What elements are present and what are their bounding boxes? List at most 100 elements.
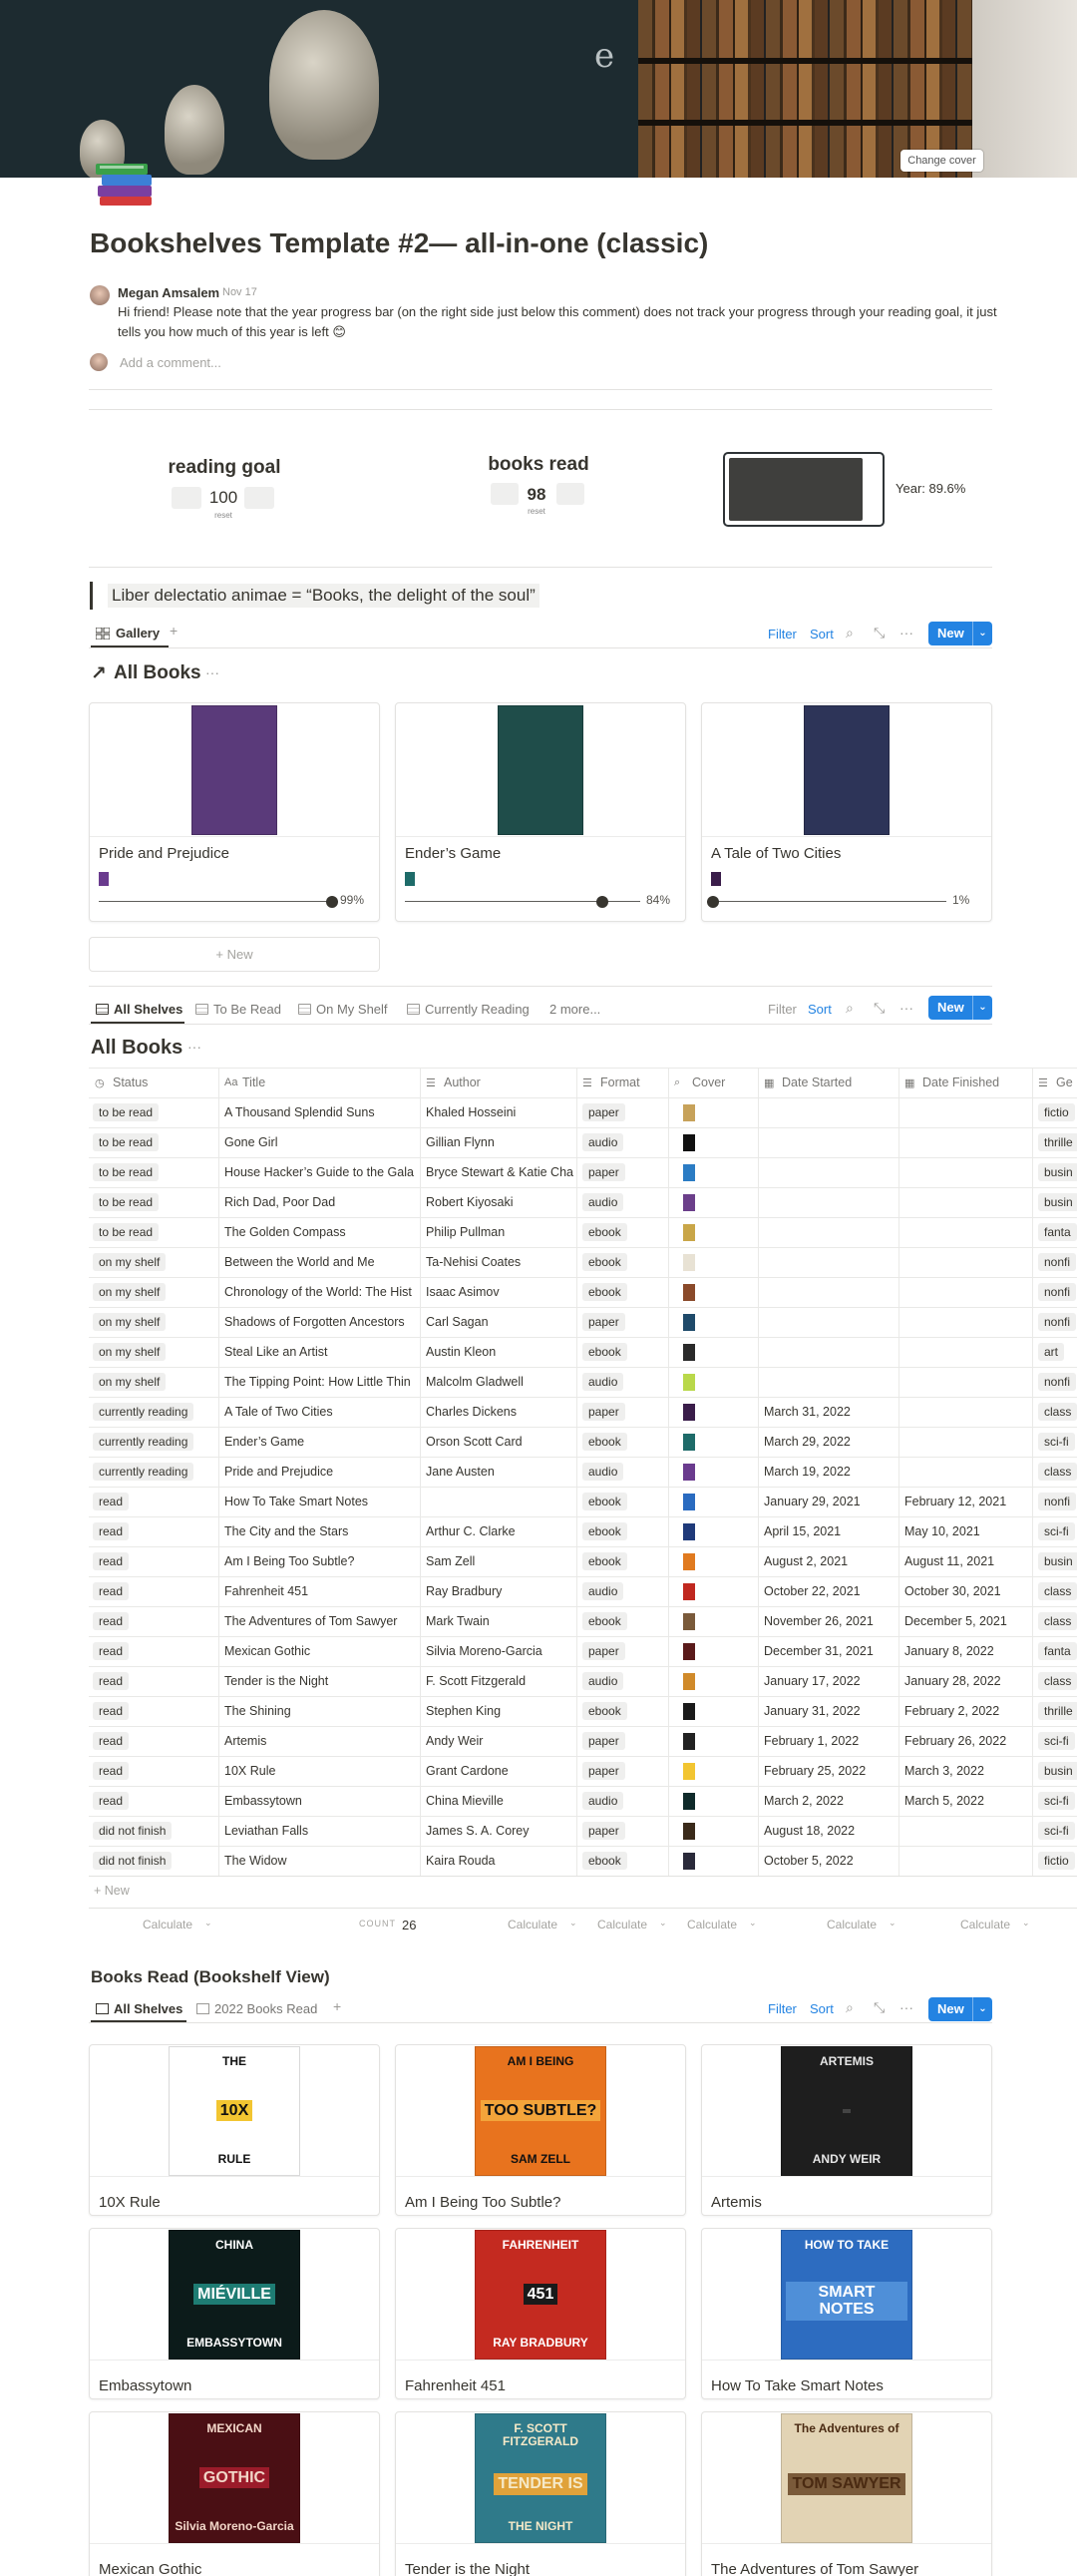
table-row[interactable]: currently reading Ender’s Game Orson Scott… — [89, 1427, 1077, 1458]
sort-button[interactable]: Sort — [810, 2001, 834, 2016]
add-comment-input[interactable]: Add a comment... — [120, 355, 221, 370]
table-row[interactable]: to be read A Thousand Splendid Suns Khaled… — [89, 1097, 1077, 1128]
tab-all-shelves[interactable]: All Shelves — [114, 1002, 182, 1017]
new-button[interactable]: New ⌄ — [928, 622, 992, 645]
table-row[interactable]: on my shelf Shadows of Forgotten Ancestor… — [89, 1307, 1077, 1338]
book-card[interactable]: The Adventures of TOM SAWYER The Adventure… — [701, 2411, 992, 2576]
column-divider — [576, 1727, 577, 1757]
book-card[interactable]: HOW TO TAKE SMART NOTES How To Take Smart … — [701, 2228, 992, 2399]
book-card[interactable]: MEXICAN GOTHIC Silvia Moreno-Garcia Mexican… — [89, 2411, 380, 2576]
expand-icon[interactable]: ⤡ — [874, 1000, 885, 1017]
more-icon[interactable]: ··· — [899, 1999, 913, 2015]
column-header-author[interactable]: Author — [444, 1075, 574, 1089]
new-row-button[interactable]: + New — [94, 1884, 130, 1898]
tab-currently-reading[interactable]: Currently Reading — [425, 1002, 530, 1017]
calculate-button[interactable]: Calculate — [687, 1918, 737, 1932]
table-row[interactable]: did not finish Leviathan Falls James S. A.… — [89, 1816, 1077, 1847]
table-row[interactable]: read The Adventures of Tom Sawyer Mark Twa… — [89, 1606, 1077, 1637]
change-cover-button[interactable]: Change cover — [900, 150, 983, 172]
chevron-down-icon[interactable]: ⌄ — [972, 996, 992, 1020]
increment-button[interactable] — [556, 483, 584, 505]
calculate-button[interactable]: Calculate — [827, 1918, 877, 1932]
table-row[interactable]: to be read The Golden Compass Philip Pullm… — [89, 1217, 1077, 1248]
table-row[interactable]: currently reading Pride and Prejudice Jane… — [89, 1457, 1077, 1488]
new-card-button[interactable]: + New — [89, 937, 380, 972]
new-button[interactable]: New ⌄ — [928, 1997, 992, 2021]
table-row[interactable]: currently reading A Tale of Two Cities Cha… — [89, 1397, 1077, 1428]
column-divider — [218, 1757, 219, 1787]
more-icon[interactable]: ··· — [205, 664, 219, 680]
decrement-button[interactable] — [491, 483, 519, 505]
column-header-cover[interactable]: Cover — [692, 1075, 756, 1089]
more-icon[interactable]: ··· — [187, 1039, 201, 1055]
gallery-card[interactable]: A Tale of Two Cities 1% — [701, 702, 992, 922]
increment-button[interactable] — [244, 487, 274, 509]
table-row[interactable]: read Embassytown China Mieville audio March … — [89, 1786, 1077, 1817]
book-card[interactable]: CHINA MIÉVILLE EMBASSYTOWN Embassytown — [89, 2228, 380, 2399]
gallery-card[interactable]: Ender’s Game 84% — [395, 702, 686, 922]
more-icon[interactable]: ··· — [899, 625, 913, 641]
expand-icon[interactable]: ⤡ — [874, 1999, 885, 2016]
table-row[interactable]: read Fahrenheit 451 Ray Bradbury audio Octob… — [89, 1576, 1077, 1607]
tab-gallery[interactable]: Gallery — [116, 626, 160, 641]
calculate-button[interactable]: Calculate — [143, 1918, 192, 1932]
chevron-down-icon[interactable]: ⌄ — [972, 1997, 992, 2021]
add-view-button[interactable]: + — [333, 1998, 341, 2014]
table-row[interactable]: read Artemis Andy Weir paper February 1, 202… — [89, 1726, 1077, 1757]
decrement-button[interactable] — [172, 487, 201, 509]
table-row[interactable]: read The Shining Stephen King ebook January … — [89, 1696, 1077, 1727]
search-icon[interactable]: ⌕ — [846, 625, 854, 642]
book-card[interactable]: AM I BEING TOO SUBTLE? SAM ZELL Am I Being … — [395, 2044, 686, 2216]
add-view-button[interactable]: + — [170, 623, 178, 639]
filter-button[interactable]: Filter — [768, 627, 797, 642]
calculate-button[interactable]: Calculate — [508, 1918, 557, 1932]
tab-2-more-[interactable]: 2 more... — [549, 1002, 600, 1017]
column-divider — [668, 1128, 669, 1158]
expand-icon[interactable]: ⤡ — [874, 625, 885, 642]
reset-button[interactable]: reset — [519, 507, 554, 516]
filter-button[interactable]: Filter — [768, 1002, 797, 1017]
tab-all-shelves[interactable]: All Shelves — [114, 2001, 182, 2016]
table-row[interactable]: on my shelf The Tipping Point: How Little… — [89, 1367, 1077, 1398]
column-header-genre[interactable]: Ge — [1056, 1075, 1077, 1089]
book-card[interactable]: THE 10X RULE 10X Rule — [89, 2044, 380, 2216]
book-card[interactable]: FAHRENHEIT 451 RAY BRADBURY Fahrenheit 451 — [395, 2228, 686, 2399]
table-row[interactable]: on my shelf Steal Like an Artist Austin Kl… — [89, 1337, 1077, 1368]
table-row[interactable]: on my shelf Chronology of the World: The … — [89, 1277, 1077, 1308]
cell-start — [764, 1308, 897, 1337]
tab-on-my-shelf[interactable]: On My Shelf — [316, 1002, 388, 1017]
table-row[interactable]: read Tender is the Night F. Scott Fitzgera… — [89, 1666, 1077, 1697]
book-card[interactable]: F. SCOTT FITZGERALD TENDER IS THE NIGHT Ten… — [395, 2411, 686, 2576]
book-card[interactable]: ARTEMIS ANDY WEIR Artemis — [701, 2044, 992, 2216]
column-header-format[interactable]: Format — [600, 1075, 666, 1089]
sort-button[interactable]: Sort — [810, 627, 834, 642]
table-row[interactable]: to be read Rich Dad, Poor Dad Robert Kiyos… — [89, 1187, 1077, 1218]
table-row[interactable]: to be read House Hacker’s Guide to the Ga… — [89, 1157, 1077, 1188]
calculate-button[interactable]: Calculate — [960, 1918, 1010, 1932]
table-row[interactable]: read 10X Rule Grant Cardone paper February 2… — [89, 1756, 1077, 1787]
search-icon[interactable]: ⌕ — [846, 1000, 854, 1017]
chevron-down-icon[interactable]: ⌄ — [972, 622, 992, 645]
table-row[interactable]: on my shelf Between the World and Me Ta-Ne… — [89, 1247, 1077, 1278]
table-row[interactable]: did not finish The Widow Kaira Rouda ebook O… — [89, 1846, 1077, 1877]
calculate-button[interactable]: Calculate — [597, 1918, 647, 1932]
more-icon[interactable]: ··· — [899, 1000, 913, 1016]
tab-to-be-read[interactable]: To Be Read — [213, 1002, 281, 1017]
column-header-start[interactable]: Date Started — [782, 1075, 897, 1089]
table-row[interactable]: read How To Take Smart Notes ebook January … — [89, 1487, 1077, 1517]
books-icon[interactable] — [92, 142, 160, 210]
table-row[interactable]: read Mexican Gothic Silvia Moreno-Garcia pa… — [89, 1636, 1077, 1667]
column-header-title[interactable]: Title — [242, 1075, 418, 1089]
filter-button[interactable]: Filter — [768, 2001, 797, 2016]
tab-2022-books-read[interactable]: 2022 Books Read — [214, 2001, 317, 2016]
table-row[interactable]: read Am I Being Too Subtle? Sam Zell ebook A… — [89, 1546, 1077, 1577]
new-button[interactable]: New ⌄ — [928, 996, 992, 1020]
gallery-card[interactable]: Pride and Prejudice 99% — [89, 702, 380, 922]
reset-button[interactable]: reset — [202, 511, 244, 520]
column-header-status[interactable]: Status — [113, 1075, 216, 1089]
table-row[interactable]: read The City and the Stars Arthur C. Clar… — [89, 1516, 1077, 1547]
sort-button[interactable]: Sort — [808, 1002, 832, 1017]
table-row[interactable]: to be read Gone Girl Gillian Flynn audio thr… — [89, 1127, 1077, 1158]
search-icon[interactable]: ⌕ — [846, 1999, 854, 2016]
column-header-finish[interactable]: Date Finished — [922, 1075, 1030, 1089]
